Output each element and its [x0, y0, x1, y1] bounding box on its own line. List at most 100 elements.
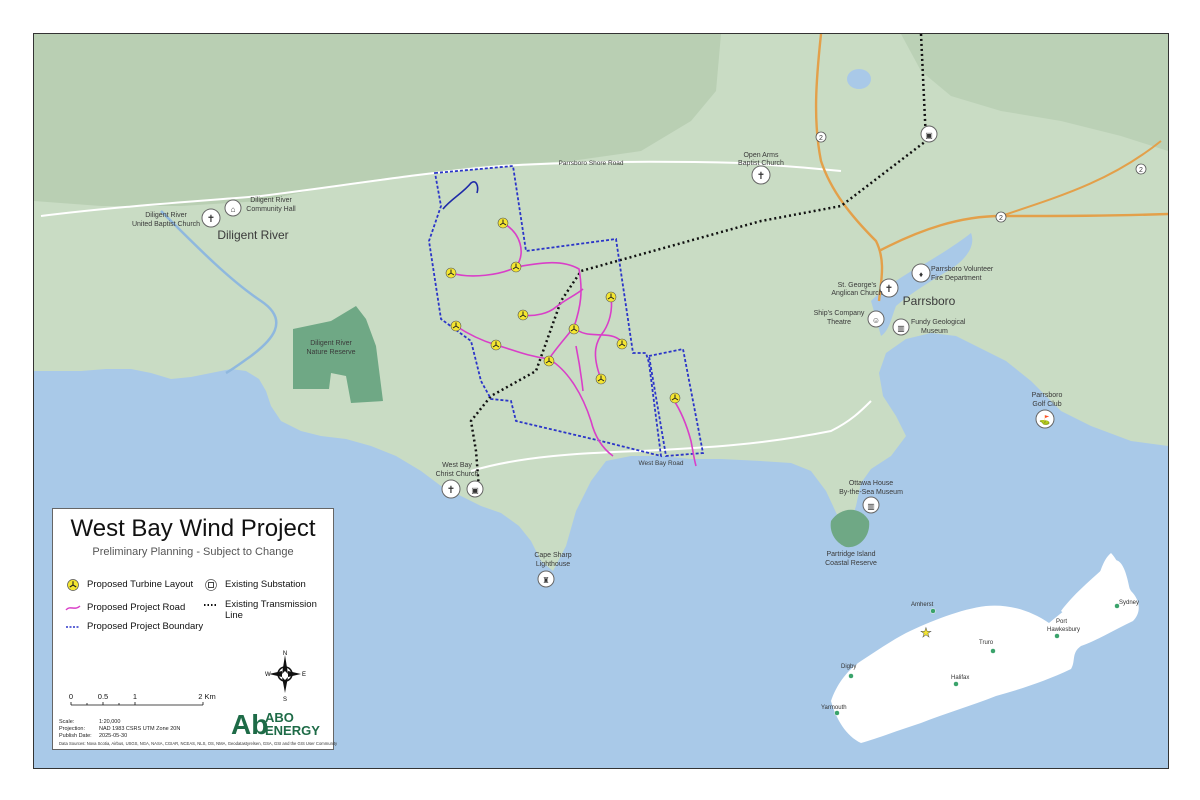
- legend-item-substation: Existing Substation: [203, 579, 306, 591]
- turbine-icon: [445, 267, 457, 279]
- svg-text:▣: ▣: [471, 486, 479, 495]
- poi-label: Anglican Church: [831, 290, 882, 297]
- town-marker: [953, 681, 959, 687]
- turbine-icon: [543, 355, 555, 367]
- poi-label: Parrsboro: [1032, 392, 1063, 399]
- town-marker: [1054, 633, 1060, 639]
- svg-text:2: 2: [1139, 167, 1143, 174]
- svg-text:✝: ✝: [447, 485, 455, 496]
- road-label: West Bay Road: [638, 460, 683, 467]
- poi-label: Diligent River: [145, 212, 187, 219]
- svg-text:▣: ▣: [925, 131, 933, 140]
- legend-label: Proposed Turbine Layout: [87, 579, 194, 590]
- svg-text:✝: ✝: [207, 214, 215, 225]
- legend-label: Existing Transmission Line: [225, 599, 317, 621]
- place-label-parrsboro: Parrsboro: [903, 294, 956, 308]
- svg-text:Amherst: Amherst: [911, 602, 934, 608]
- legend-item-boundary: Proposed Project Boundary: [65, 621, 203, 633]
- turbine-icon: [568, 323, 580, 335]
- turbine-icon: [517, 309, 529, 321]
- map-title: West Bay Wind Project: [70, 515, 316, 542]
- svg-text:Truro: Truro: [979, 640, 994, 646]
- poi-label: United Baptist Church: [132, 221, 200, 228]
- abo-energy-logo: Ab ABO ENERGY: [231, 709, 320, 740]
- svg-text:N: N: [283, 651, 287, 657]
- reserve-label: Partridge Island: [826, 551, 875, 558]
- poi-label: Open Arms: [743, 152, 779, 159]
- turbine-icon: [595, 373, 607, 385]
- svg-text:S: S: [283, 697, 287, 703]
- svg-text:Hawkesbury: Hawkesbury: [1047, 627, 1080, 633]
- star-icon: ★: [920, 625, 932, 640]
- poi-label: Community Hall: [246, 206, 296, 213]
- place-label-diligent-river: Diligent River: [217, 228, 288, 242]
- svg-text:2 Km: 2 Km: [198, 692, 216, 701]
- svg-text:0.5: 0.5: [98, 692, 108, 701]
- lake: [847, 69, 871, 89]
- svg-text:E: E: [302, 672, 306, 678]
- reserve-label: Nature Reserve: [306, 349, 355, 356]
- turbine-icon: [605, 291, 617, 303]
- turbine-icon: [669, 392, 681, 404]
- poi-label: Lighthouse: [536, 561, 570, 568]
- poi-label: Christ Church: [436, 471, 479, 478]
- town-marker: [834, 710, 840, 716]
- town-marker: [848, 673, 854, 679]
- legend-item-transmission: Existing Transmission Line: [203, 599, 317, 621]
- poi-label: Theatre: [827, 319, 851, 326]
- legend-label: Proposed Project Road: [87, 602, 186, 613]
- poi-label: Ottawa House: [849, 480, 893, 487]
- turbine-icon: [510, 261, 522, 273]
- turbine-icon: [497, 217, 509, 229]
- poi-label: Diligent River: [250, 197, 292, 204]
- transmission-line-icon: [203, 599, 219, 611]
- poi-label: Baptist Church: [738, 160, 784, 167]
- poi-label: Cape Sharp: [534, 552, 571, 559]
- svg-text:☺: ☺: [872, 316, 880, 325]
- road-label: Parrsboro Shore Road: [558, 160, 623, 167]
- poi-label: Museum: [921, 328, 948, 335]
- svg-text:⛳: ⛳: [1039, 414, 1050, 426]
- svg-text:▥: ▥: [867, 502, 875, 511]
- scale-bar: 0 0.5 1 2 Km: [69, 692, 216, 706]
- map-metadata: Scale: 1:20,000 Projection: NAD 1983 CSRS …: [59, 719, 181, 739]
- svg-text:1: 1: [133, 692, 137, 701]
- svg-text:2: 2: [819, 135, 823, 142]
- svg-text:2: 2: [999, 215, 1003, 222]
- poi-label: Fundy Geological: [911, 319, 966, 326]
- svg-text:W: W: [265, 672, 271, 678]
- svg-text:Halifax: Halifax: [951, 675, 969, 681]
- legend-item-road: Proposed Project Road: [65, 602, 185, 614]
- map-subtitle: Preliminary Planning - Subject to Change: [92, 546, 294, 558]
- turbine-icon: [616, 338, 628, 350]
- legend-panel: West Bay Wind Project Preliminary Planni…: [52, 508, 338, 750]
- poi-label: Fire Department: [931, 275, 982, 282]
- svg-text:Digby: Digby: [841, 664, 856, 670]
- legend-label: Proposed Project Boundary: [87, 621, 204, 632]
- svg-text:⌂: ⌂: [231, 205, 236, 214]
- svg-text:Port: Port: [1056, 619, 1067, 625]
- substation-icon: [203, 579, 219, 591]
- town-marker: [990, 648, 996, 654]
- data-sources: Data Sources: Nova Scotia, Airbus, USGS,…: [59, 741, 338, 746]
- reserve-label: Diligent River: [310, 340, 352, 347]
- svg-text:Yarmouth: Yarmouth: [821, 705, 847, 711]
- legend-item-turbine: Proposed Turbine Layout: [65, 579, 193, 591]
- turbine-icon: [65, 579, 81, 591]
- turbine-icon: [450, 320, 462, 332]
- town-marker: [930, 608, 936, 614]
- poi-label: By-the-Sea Museum: [839, 489, 903, 496]
- poi-label: Parrsboro Volunteer: [931, 266, 994, 273]
- poi-label: Ship's Company: [814, 310, 865, 317]
- road-line-icon: [65, 602, 81, 614]
- reserve-label: Coastal Reserve: [825, 560, 877, 567]
- poi-label: Golf Club: [1032, 401, 1061, 408]
- legend-label: Existing Substation: [225, 579, 306, 590]
- boundary-line-icon: [65, 621, 81, 633]
- svg-text:✝: ✝: [885, 284, 893, 295]
- svg-text:♦: ♦: [919, 270, 923, 279]
- poi-label: West Bay: [442, 462, 472, 469]
- north-arrow-icon: N S W E: [265, 651, 306, 703]
- svg-text:0: 0: [69, 692, 73, 701]
- svg-text:✝: ✝: [757, 171, 765, 182]
